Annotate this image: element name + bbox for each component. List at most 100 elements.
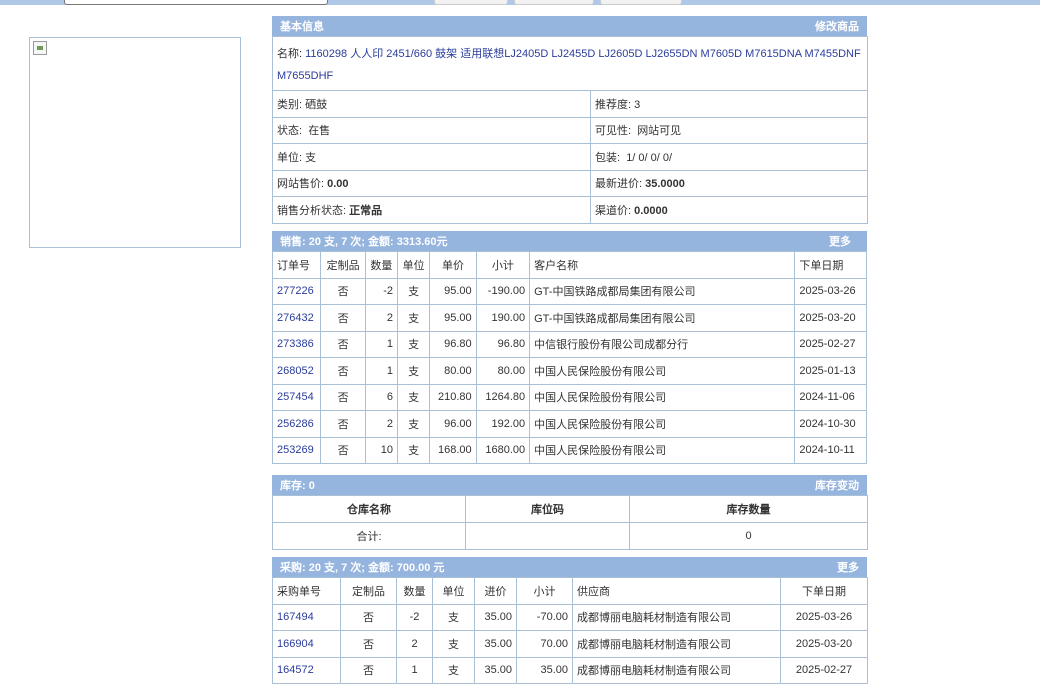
- subtotal-cell: -190.00: [475, 277, 531, 305]
- customer-cell: 中国人民保险股份有限公司: [529, 357, 796, 385]
- po-subtotal-cell: 70.00: [516, 630, 573, 658]
- custom-cell: 否: [320, 304, 366, 332]
- purchase-header: 采购: 20 支, 7 次; 金额: 700.00 元 更多: [272, 557, 867, 577]
- customer-cell: 中国人民保险股份有限公司: [529, 436, 796, 464]
- supplier-cell: 成都博丽电脑耗材制造有限公司: [572, 630, 781, 658]
- price-cell: 168.00: [429, 436, 477, 464]
- status-cell: 状态: 在售: [272, 116, 591, 144]
- price-cell: 95.00: [429, 277, 477, 305]
- custom-cell: 否: [320, 357, 366, 385]
- customer-cell: 中国人民保险股份有限公司: [529, 410, 796, 438]
- col-po-price: 进价: [474, 577, 517, 605]
- unit-cell: 单位: 支: [272, 143, 591, 171]
- stock-change-link[interactable]: 库存变动: [815, 477, 859, 493]
- recommend-cell: 推荐度: 3: [589, 90, 869, 118]
- po-date-cell: 2025-03-20: [780, 630, 868, 658]
- unit-cell: 支: [397, 436, 431, 464]
- price-cell: 80.00: [429, 357, 477, 385]
- qty-cell: -2: [364, 277, 399, 305]
- col-custom: 定制品: [320, 251, 366, 279]
- stock-total-row: 合计: 0: [272, 522, 868, 550]
- po-subtotal-cell: 35.00: [516, 656, 573, 684]
- po-qty-cell: 1: [396, 656, 433, 684]
- stock-total-qty: 0: [629, 522, 868, 550]
- col-po-qty: 数量: [396, 577, 433, 605]
- date-cell: 2024-10-11: [794, 436, 867, 464]
- order-id-link[interactable]: 257454: [271, 383, 322, 411]
- purchase-row: 164572 否 1 支 35.00 35.00 成都博丽电脑耗材制造有限公司 2025-02…: [272, 656, 868, 684]
- col-subtotal: 小计: [475, 251, 531, 279]
- top-button-1[interactable]: [434, 0, 508, 5]
- po-qty-cell: -2: [396, 603, 433, 631]
- sales-row: 276432 否 2 支 95.00 190.00 GT-中国铁路成都局集团有限公司 2025…: [271, 304, 867, 332]
- purchase-row: 166904 否 2 支 35.00 70.00 成都博丽电脑耗材制造有限公司 2025-03…: [272, 630, 868, 658]
- latest-cost-value: 35.0000: [645, 178, 685, 191]
- web-price-cell: 网站售价: 0.00: [272, 169, 591, 197]
- col-order-id: 订单号: [271, 251, 322, 279]
- unit-label: 单位:: [277, 151, 303, 164]
- top-button-2[interactable]: [514, 0, 594, 5]
- po-id-link[interactable]: 166904: [272, 630, 341, 658]
- category-cell: 类别: 硒鼓: [272, 90, 591, 118]
- order-id-link[interactable]: 253269: [271, 436, 322, 464]
- customer-cell: 中信银行股份有限公司成都分行: [529, 330, 796, 358]
- edit-product-link[interactable]: 修改商品: [815, 18, 859, 34]
- custom-cell: 否: [320, 436, 366, 464]
- po-subtotal-cell: -70.00: [516, 603, 573, 631]
- po-qty-cell: 2: [396, 630, 433, 658]
- product-name-label: 名称:: [277, 47, 303, 60]
- col-po-custom: 定制品: [340, 577, 397, 605]
- purchase-table: 采购单号 定制品 数量 单位 进价 小计 供应商 下单日期 167494 否 -2 支…: [272, 577, 868, 684]
- category-value: 硒鼓: [305, 98, 328, 111]
- purchase-row: 167494 否 -2 支 35.00 -70.00 成都博丽电脑耗材制造有限公司 2025-…: [272, 603, 868, 631]
- order-id-link[interactable]: 273386: [271, 330, 322, 358]
- package-value: 1/ 0/ 0/ 0/: [626, 151, 673, 164]
- col-price: 单价: [429, 251, 477, 279]
- col-warehouse: 仓库名称: [272, 495, 466, 523]
- order-id-link[interactable]: 276432: [271, 304, 322, 332]
- top-button-3[interactable]: [600, 0, 682, 5]
- po-price-cell: 35.00: [474, 656, 517, 684]
- customer-cell: GT-中国铁路成都局集团有限公司: [529, 304, 796, 332]
- po-id-link[interactable]: 167494: [272, 603, 341, 631]
- qty-cell: 2: [364, 410, 399, 438]
- qty-cell: 1: [364, 357, 399, 385]
- po-price-cell: 35.00: [474, 630, 517, 658]
- qty-cell: 1: [364, 330, 399, 358]
- price-cell: 210.80: [429, 383, 477, 411]
- sales-status-label: 销售分析状态:: [277, 204, 347, 217]
- subtotal-cell: 1264.80: [475, 383, 531, 411]
- col-location: 库位码: [465, 495, 630, 523]
- date-cell: 2024-11-06: [794, 383, 867, 411]
- po-custom-cell: 否: [340, 630, 397, 658]
- custom-cell: 否: [320, 410, 366, 438]
- broken-image-icon: [33, 41, 47, 55]
- latest-cost-cell: 最新进价: 35.0000: [589, 169, 869, 197]
- order-id-link[interactable]: 277226: [271, 277, 322, 305]
- basic-info-panel: 基本信息 修改商品 名称: 1160298 人人印 2451/660 鼓架 适用…: [271, 16, 869, 224]
- channel-price-value: 0.0000: [634, 204, 668, 217]
- po-unit-cell: 支: [432, 603, 475, 631]
- web-price-value: 0.00: [327, 178, 349, 191]
- sales-more-link[interactable]: 更多: [829, 233, 851, 249]
- stock-header-row: 仓库名称 库位码 库存数量: [272, 495, 868, 523]
- order-id-link[interactable]: 256286: [271, 410, 322, 438]
- order-id-link[interactable]: 268052: [271, 357, 322, 385]
- purchase-panel: 采购: 20 支, 7 次; 金额: 700.00 元 更多 采购单号 定制品 …: [272, 557, 868, 684]
- sales-row: 273386 否 1 支 96.80 96.80 中信银行股份有限公司成都分行 2025-02…: [271, 330, 867, 358]
- po-unit-cell: 支: [432, 656, 475, 684]
- col-customer: 客户名称: [529, 251, 796, 279]
- subtotal-cell: 190.00: [475, 304, 531, 332]
- top-search-input[interactable]: [64, 0, 328, 5]
- purchase-more-link[interactable]: 更多: [837, 559, 859, 575]
- product-image: [29, 37, 241, 248]
- supplier-cell: 成都博丽电脑耗材制造有限公司: [572, 656, 781, 684]
- qty-cell: 10: [364, 436, 399, 464]
- sales-row: 277226 否 -2 支 95.00 -190.00 GT-中国铁路成都局集团有限公司 20…: [271, 277, 867, 305]
- po-custom-cell: 否: [340, 603, 397, 631]
- web-price-label: 网站售价:: [277, 178, 325, 191]
- sales-table: 订单号 定制品 数量 单位 单价 小计 客户名称 下单日期 277226 否 -2 支…: [271, 251, 867, 464]
- col-stock-qty: 库存数量: [629, 495, 868, 523]
- stock-panel: 库存: 0 库存变动 仓库名称 库位码 库存数量 合计: 0: [272, 475, 868, 550]
- po-id-link[interactable]: 164572: [272, 656, 341, 684]
